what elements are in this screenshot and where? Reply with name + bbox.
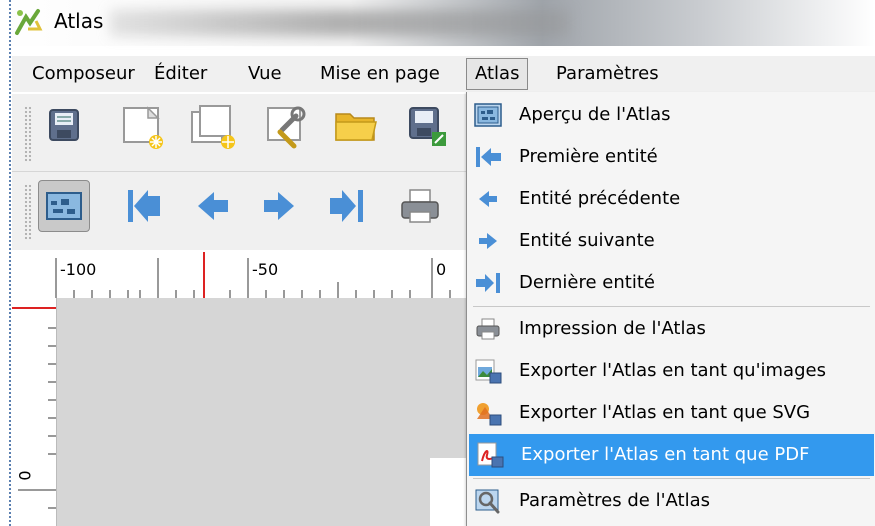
ruler-label-minus-50: -50 — [252, 260, 279, 279]
composer-canvas[interactable] — [57, 298, 467, 526]
first-feature-icon — [473, 143, 503, 171]
atlas-preview-icon[interactable] — [38, 180, 90, 232]
last-feature-icon[interactable] — [322, 180, 374, 232]
menu-item-label: Entité suivante — [519, 230, 655, 251]
save-as-template-icon[interactable] — [402, 100, 454, 152]
menu-item-export-images[interactable]: Exporter l'Atlas en tant qu'images — [467, 350, 875, 392]
first-feature-icon[interactable] — [118, 180, 170, 232]
window-border — [9, 0, 11, 526]
toolbar-grip[interactable] — [24, 106, 32, 162]
menu-item-export-pdf[interactable]: Exporter l'Atlas en tant que PDF — [469, 434, 874, 476]
menu-item-label: Impression de l'Atlas — [519, 318, 706, 339]
menu-item-label: Entité précédente — [519, 188, 681, 209]
menu-item-label: Paramètres de l'Atlas — [519, 490, 710, 511]
duplicate-composer-icon[interactable] — [188, 100, 240, 152]
menu-atlas[interactable]: Atlas — [466, 58, 529, 90]
menu-item-label: Aperçu de l'Atlas — [519, 104, 671, 125]
next-feature-icon[interactable] — [254, 180, 306, 232]
canvas-page[interactable] — [430, 458, 470, 526]
open-folder-icon[interactable] — [330, 100, 382, 152]
toolbar-divider — [12, 171, 467, 172]
menu-item-last-feature[interactable]: Dernière entité — [467, 262, 875, 304]
menu-item-atlas-settings[interactable]: Paramètres de l'Atlas — [467, 480, 875, 522]
new-composer-icon[interactable] — [116, 100, 168, 152]
menu-item-label: Dernière entité — [519, 272, 655, 293]
menu-composeur[interactable]: Composeur — [24, 59, 143, 89]
print-icon[interactable] — [394, 180, 446, 232]
menu-editer[interactable]: Éditer — [146, 59, 215, 89]
composer-manager-icon[interactable] — [260, 100, 312, 152]
next-feature-icon — [473, 227, 503, 255]
previous-feature-icon — [473, 185, 503, 213]
window-title: Atlas — [54, 9, 104, 33]
export-image-icon — [473, 357, 503, 385]
vertical-ruler: 0 — [12, 298, 57, 526]
atlas-settings-icon — [473, 487, 503, 515]
menu-separator — [473, 306, 870, 307]
menu-item-atlas-preview[interactable]: Aperçu de l'Atlas — [467, 94, 875, 136]
menu-item-first-feature[interactable]: Première entité — [467, 136, 875, 178]
menu-vue[interactable]: Vue — [240, 59, 290, 89]
last-feature-icon — [473, 269, 503, 297]
menu-item-label: Exporter l'Atlas en tant que PDF — [521, 444, 810, 465]
ruler-label-vertical-zero: 0 — [15, 470, 35, 481]
export-svg-icon — [473, 399, 503, 427]
menu-bar: Composeur Éditer Vue Mise en page Atlas … — [12, 56, 875, 92]
previous-feature-icon[interactable] — [186, 180, 238, 232]
title-bar: Atlas — [0, 0, 875, 46]
menu-mise-en-page[interactable]: Mise en page — [312, 59, 448, 89]
menu-parametres[interactable]: Paramètres — [548, 59, 667, 89]
atlas-menu-dropdown: Aperçu de l'Atlas Première entité Entité… — [466, 92, 875, 526]
horizontal-ruler: -100 -50 0 — [12, 252, 467, 299]
menu-item-print-atlas[interactable]: Impression de l'Atlas — [467, 308, 875, 350]
menu-item-next-feature[interactable]: Entité suivante — [467, 220, 875, 262]
ruler-label-zero: 0 — [436, 260, 447, 279]
redacted-title-area — [110, 10, 570, 36]
print-icon — [473, 315, 503, 343]
atlas-preview-icon — [473, 101, 503, 129]
toolbar-grip[interactable] — [24, 184, 32, 240]
save-icon[interactable] — [38, 100, 90, 152]
menu-item-previous-feature[interactable]: Entité précédente — [467, 178, 875, 220]
menu-item-label: Exporter l'Atlas en tant que SVG — [519, 402, 811, 423]
export-pdf-icon — [475, 441, 505, 469]
ruler-label-minus-100: -100 — [60, 260, 97, 279]
menu-separator — [473, 478, 870, 479]
menu-item-label: Première entité — [519, 146, 658, 167]
menu-item-export-svg[interactable]: Exporter l'Atlas en tant que SVG — [467, 392, 875, 434]
qgis-app-icon — [14, 7, 44, 37]
menu-item-label: Exporter l'Atlas en tant qu'images — [519, 360, 826, 381]
